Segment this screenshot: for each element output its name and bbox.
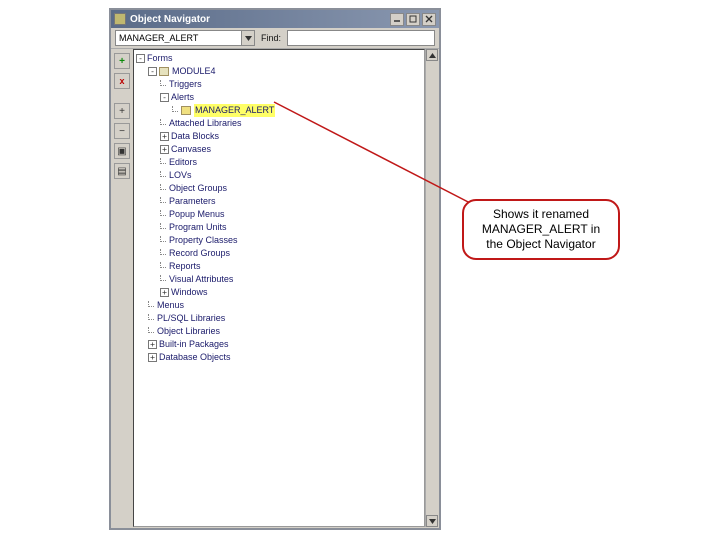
minus-icon[interactable]: -: [136, 54, 145, 63]
side-toolbar: + x + − ▣ ▤: [111, 49, 133, 527]
tree-label: MANAGER_ALERT: [194, 104, 275, 117]
annotation-callout: Shows it renamed MANAGER_ALERT in the Ob…: [462, 199, 620, 260]
app-icon: [114, 13, 126, 25]
module-icon: [159, 67, 169, 76]
tree-node[interactable]: Popup Menus: [136, 208, 275, 221]
tree-node[interactable]: LOVs: [136, 169, 275, 182]
tree-label: Database Objects: [159, 351, 231, 364]
tree-label: Data Blocks: [171, 130, 219, 143]
expand-button[interactable]: +: [114, 103, 130, 119]
tree-label: Triggers: [169, 78, 202, 91]
tree-node[interactable]: +Canvases: [136, 143, 275, 156]
scroll-down-icon[interactable]: [426, 515, 438, 527]
tree-label: Record Groups: [169, 247, 230, 260]
tree-node[interactable]: Property Classes: [136, 234, 275, 247]
tree-node[interactable]: +Built-in Packages: [136, 338, 275, 351]
close-button[interactable]: [422, 13, 436, 26]
tree-label: Forms: [147, 52, 173, 65]
tree-label: Editors: [169, 156, 197, 169]
tree-label: MODULE4: [172, 65, 216, 78]
plus-icon[interactable]: +: [148, 353, 157, 362]
tree-node[interactable]: Record Groups: [136, 247, 275, 260]
tree-label: Alerts: [171, 91, 194, 104]
tree-label: Built-in Packages: [159, 338, 229, 351]
tree-label: Reports: [169, 260, 201, 273]
tree-label: Parameters: [169, 195, 216, 208]
minimize-button[interactable]: [390, 13, 404, 26]
tree-label: Object Libraries: [157, 325, 220, 338]
tree-node[interactable]: Menus: [136, 299, 275, 312]
maximize-button[interactable]: [406, 13, 420, 26]
create-button[interactable]: +: [114, 53, 130, 69]
tree-node[interactable]: Parameters: [136, 195, 275, 208]
expand-all-button[interactable]: ▣: [114, 143, 130, 159]
tree-node-alerts[interactable]: - Alerts: [136, 91, 275, 104]
tree-node[interactable]: +Database Objects: [136, 351, 275, 364]
alert-icon: [181, 106, 191, 115]
tree-label: Property Classes: [169, 234, 238, 247]
tree-node-manager-alert[interactable]: MANAGER_ALERT: [136, 104, 275, 117]
tree-node[interactable]: Object Groups: [136, 182, 275, 195]
chevron-down-icon[interactable]: [241, 31, 254, 45]
tree-label: Popup Menus: [169, 208, 225, 221]
titlebar[interactable]: Object Navigator: [111, 10, 439, 28]
collapse-button[interactable]: −: [114, 123, 130, 139]
tree-label: Attached Libraries: [169, 117, 242, 130]
tree-label: Program Units: [169, 221, 227, 234]
tree-node-module[interactable]: - MODULE4: [136, 65, 275, 78]
scroll-up-icon[interactable]: [426, 49, 438, 61]
object-combo-value: MANAGER_ALERT: [116, 33, 241, 43]
callout-text: MANAGER_ALERT in: [472, 222, 610, 237]
tree-node-forms[interactable]: - Forms: [136, 52, 275, 65]
tree-node[interactable]: +Windows: [136, 286, 275, 299]
tree-label: Windows: [171, 286, 208, 299]
tree-label: Canvases: [171, 143, 211, 156]
tree-node[interactable]: +Data Blocks: [136, 130, 275, 143]
callout-text: Shows it renamed: [472, 207, 610, 222]
window-title: Object Navigator: [130, 14, 390, 25]
tree-label: Visual Attributes: [169, 273, 233, 286]
tree-label: Object Groups: [169, 182, 227, 195]
tree-node[interactable]: Object Libraries: [136, 325, 275, 338]
tree-node[interactable]: Reports: [136, 260, 275, 273]
tree-node[interactable]: PL/SQL Libraries: [136, 312, 275, 325]
minus-icon[interactable]: -: [160, 93, 169, 102]
tree-label: Menus: [157, 299, 184, 312]
plus-icon[interactable]: +: [148, 340, 157, 349]
tree-canvas[interactable]: - Forms - MODULE4 Triggers - Alerts: [133, 49, 425, 527]
plus-icon[interactable]: +: [160, 288, 169, 297]
callout-text: the Object Navigator: [472, 237, 610, 252]
find-label: Find:: [259, 33, 283, 43]
minus-icon[interactable]: -: [148, 67, 157, 76]
delete-button[interactable]: x: [114, 73, 130, 89]
tree-node[interactable]: Editors: [136, 156, 275, 169]
tree-node[interactable]: Triggers: [136, 78, 275, 91]
vertical-scrollbar[interactable]: [425, 49, 439, 527]
plus-icon[interactable]: +: [160, 145, 169, 154]
tree-node[interactable]: Program Units: [136, 221, 275, 234]
tree-node[interactable]: Visual Attributes: [136, 273, 275, 286]
object-combo[interactable]: MANAGER_ALERT: [115, 30, 255, 46]
tree-label: LOVs: [169, 169, 192, 182]
toolbar: MANAGER_ALERT Find:: [111, 28, 439, 49]
collapse-all-button[interactable]: ▤: [114, 163, 130, 179]
tree-label: PL/SQL Libraries: [157, 312, 225, 325]
find-input[interactable]: [287, 30, 435, 46]
plus-icon[interactable]: +: [160, 132, 169, 141]
tree-node[interactable]: Attached Libraries: [136, 117, 275, 130]
object-navigator-window: Object Navigator MANAGER_ALERT Find: + x: [109, 8, 441, 530]
